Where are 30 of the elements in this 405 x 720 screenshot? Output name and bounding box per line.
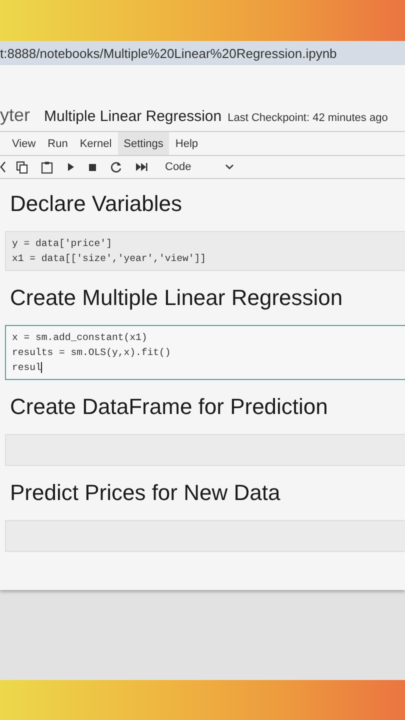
- copy-icon[interactable]: [16, 160, 28, 174]
- cell-type-dropdown[interactable]: Code: [165, 161, 234, 173]
- menu-item[interactable]: Kernel: [74, 132, 118, 155]
- code-line: y = data['price']: [12, 237, 113, 251]
- code-line: x = sm.add_constant(x1): [12, 331, 148, 345]
- caret-icon: [225, 164, 234, 170]
- menu-item[interactable]: View: [6, 132, 42, 155]
- logo-text: yter: [0, 105, 30, 126]
- code-cell[interactable]: [5, 520, 405, 552]
- code-line: resul: [12, 360, 44, 375]
- menu-item[interactable]: Run: [42, 132, 74, 155]
- paste-icon[interactable]: [41, 160, 53, 174]
- restart-icon[interactable]: [110, 161, 122, 173]
- menu-item[interactable]: Help: [169, 132, 204, 155]
- section-heading: Create DataFrame for Prediction: [9, 393, 329, 421]
- code-cell[interactable]: y = data['price'] x1 = data[['size','year','view']]: [5, 231, 405, 271]
- menu-item[interactable]: Settings: [118, 132, 170, 155]
- code-line: x1 = data[['size','year','view']]: [12, 252, 208, 266]
- section-heading: Create Multiple Linear Regression: [9, 284, 344, 312]
- fast-forward-icon[interactable]: [135, 162, 148, 172]
- notebook-title[interactable]: Multiple Linear Regression: [44, 108, 222, 125]
- address-bar[interactable]: t:8888/notebooks/Multiple%20Linear%20Regression.ipynb: [0, 41, 405, 65]
- section-heading: Predict Prices for New Data: [9, 479, 282, 507]
- run-icon[interactable]: [66, 162, 75, 172]
- code-cell[interactable]: x = sm.add_constant(x1) results = sm.OLS(y,x).fit() resul: [5, 325, 405, 380]
- stop-icon[interactable]: [88, 162, 97, 172]
- section-heading: Declare Variables: [9, 190, 184, 218]
- code-line: results = sm.OLS(y,x).fit(): [12, 346, 172, 360]
- code-cell[interactable]: [5, 434, 405, 466]
- checkpoint-text: Last Checkpoint: 42 minutes ago: [228, 112, 388, 124]
